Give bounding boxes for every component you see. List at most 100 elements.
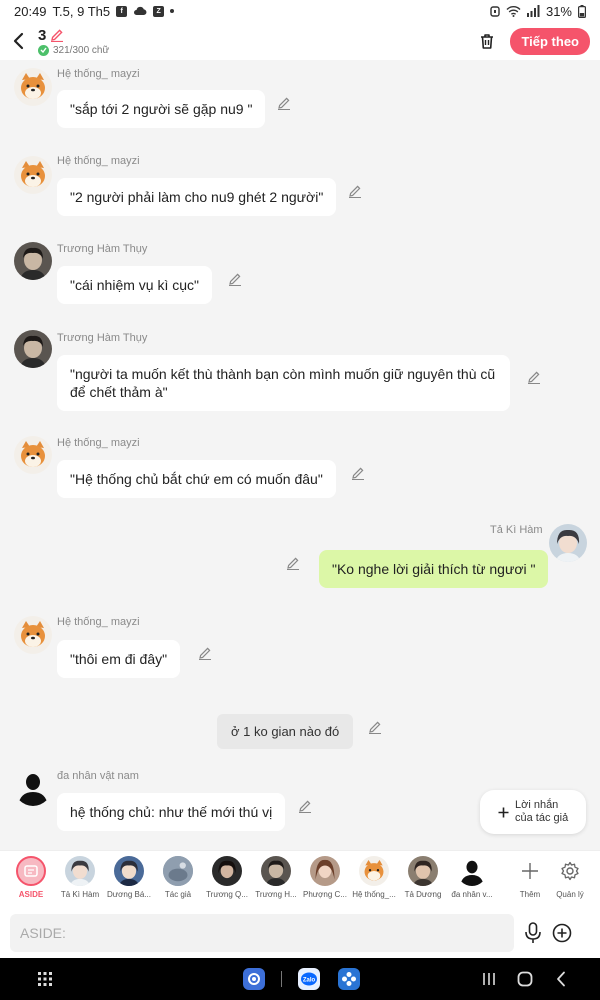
shiba-avatar-icon xyxy=(14,68,52,106)
character-item[interactable]: Hệ thống_... xyxy=(349,856,399,899)
edit-message-icon[interactable] xyxy=(298,799,312,813)
trash-icon[interactable] xyxy=(478,32,496,50)
status-date: T.5, 9 Th5 xyxy=(52,3,111,19)
character-item[interactable]: Tả Kì Hàm xyxy=(55,856,105,899)
avatar-mayzi[interactable] xyxy=(14,156,52,194)
alarm-icon xyxy=(490,6,500,17)
settings-app-icon[interactable] xyxy=(243,968,265,990)
character-avatar-icon xyxy=(457,856,487,886)
message-bubble[interactable]: "thôi em đi đây" xyxy=(57,640,181,678)
message-input[interactable] xyxy=(10,914,514,952)
character-avatar-icon xyxy=(114,856,144,886)
avatar-mayzi[interactable] xyxy=(14,436,52,474)
character-label: Trương H... xyxy=(255,890,297,899)
edit-message-icon[interactable] xyxy=(368,720,382,734)
character-item[interactable]: Tác giả xyxy=(153,856,203,899)
character-avatar-icon xyxy=(408,856,438,886)
zalo-app-icon[interactable]: Zalo xyxy=(298,968,320,990)
plus-icon xyxy=(498,807,509,817)
message-bubble[interactable]: "Hệ thống chủ bắt chứ em có muốn đâu" xyxy=(57,460,336,498)
character-item[interactable]: Trương H... xyxy=(251,856,301,899)
edit-message-icon[interactable] xyxy=(228,272,242,286)
message-bubble[interactable]: "cái nhiệm vụ kì cục" xyxy=(57,266,212,304)
character-label: Tác giả xyxy=(164,890,192,899)
chapter-title: 3 xyxy=(38,26,47,44)
flower-app-icon[interactable] xyxy=(338,968,360,990)
character-item[interactable]: đa nhân v... xyxy=(447,856,497,899)
edit-message-icon[interactable] xyxy=(527,370,541,384)
header: 3 321/300 chữ Tiếp theo xyxy=(0,22,600,60)
edit-message-icon[interactable] xyxy=(198,646,212,660)
next-button[interactable]: Tiếp theo xyxy=(510,27,590,55)
person-avatar-icon xyxy=(14,330,52,368)
gear-icon xyxy=(555,856,585,886)
character-label: Phượng C... xyxy=(303,890,347,899)
narration-note[interactable]: ở 1 ko gian nào đó xyxy=(217,714,354,749)
cloud-icon xyxy=(134,6,147,16)
edit-message-icon[interactable] xyxy=(286,556,300,570)
manage-characters-button[interactable]: Quản lý xyxy=(545,856,595,899)
person-avatar-icon xyxy=(14,242,52,280)
character-avatar-icon xyxy=(310,856,340,886)
message-bubble[interactable]: "2 người phải làm cho nu9 ghét 2 người" xyxy=(57,178,337,216)
character-item[interactable]: Trương Q... xyxy=(202,856,252,899)
chat-area: Hệ thống_ mayzi "sắp tới 2 người sẽ gặp … xyxy=(0,60,600,850)
character-label: Quản lý xyxy=(556,890,584,899)
avatar-truong-ham-thuy[interactable] xyxy=(14,330,52,368)
character-avatar-icon xyxy=(163,856,193,886)
message-sender: Hệ thống_ mayzi xyxy=(57,616,140,628)
character-item[interactable]: Phượng C... xyxy=(300,856,350,899)
message-sender: Trương Hàm Thụy xyxy=(57,243,148,255)
aside-icon xyxy=(16,856,46,886)
edit-message-icon[interactable] xyxy=(351,466,365,480)
message-sender: Hệ thống_ mayzi xyxy=(57,437,140,449)
author-note-line1: Lời nhắn xyxy=(515,799,559,811)
character-avatar-icon xyxy=(212,856,242,886)
character-avatar-icon xyxy=(359,856,389,886)
shiba-avatar-icon xyxy=(14,616,52,654)
message-bubble-mine[interactable]: "Ko nghe lời giải thích từ ngươi " xyxy=(319,550,549,588)
status-bar: 20:49 T.5, 9 Th5 f Z 31% xyxy=(0,0,600,22)
back-nav-icon[interactable] xyxy=(556,971,566,987)
edit-title-icon[interactable] xyxy=(50,28,64,42)
message-sender: đa nhân vật nam xyxy=(57,770,139,782)
message-sender: Hệ thống_ mayzi xyxy=(57,68,140,80)
avatar-mayzi[interactable] xyxy=(14,68,52,106)
app-grid-icon[interactable] xyxy=(38,972,52,986)
signal-icon xyxy=(526,5,540,17)
avatar-truong-ham-thuy[interactable] xyxy=(14,242,52,280)
character-avatar-icon xyxy=(261,856,291,886)
character-item[interactable]: Dương Bá... xyxy=(104,856,154,899)
message-bubble[interactable]: hệ thống chủ: như thế mới thú vị xyxy=(57,793,286,831)
battery-percent: 31% xyxy=(545,3,572,19)
edit-message-icon[interactable] xyxy=(277,96,291,110)
character-label: Tả Dương xyxy=(404,890,442,899)
message-bubble[interactable]: "người ta muốn kết thù thành bạn còn mìn… xyxy=(57,355,510,411)
message-sender: Trương Hàm Thụy xyxy=(57,332,148,344)
add-circle-icon[interactable] xyxy=(552,923,572,943)
back-arrow-icon xyxy=(13,32,24,50)
avatar-da-nhan-vat-nam[interactable] xyxy=(14,768,52,806)
author-note-line2: của tác giả xyxy=(515,812,569,824)
input-bar xyxy=(0,908,600,958)
character-label: Trương Q... xyxy=(206,890,248,899)
character-strip: ASIDE Tả Kì Hàm Dương Bá... Tác giả Trươ… xyxy=(0,850,600,908)
avatar-ta-ki-ham[interactable] xyxy=(549,524,587,562)
character-aside[interactable]: ASIDE xyxy=(6,856,56,899)
home-icon[interactable] xyxy=(517,971,533,987)
message-sender: Tả Kì Hàm xyxy=(490,524,543,536)
facebook-icon: f xyxy=(116,5,128,17)
system-nav-bar: Zalo xyxy=(0,958,600,1000)
author-note-button[interactable]: Lời nhắn của tác giả xyxy=(480,790,586,834)
message-bubble[interactable]: "sắp tới 2 người sẽ gặp nu9 " xyxy=(57,90,266,128)
svg-text:Zalo: Zalo xyxy=(303,978,316,984)
battery-icon xyxy=(578,4,586,18)
character-item[interactable]: Tả Dương xyxy=(398,856,448,899)
avatar-mayzi[interactable] xyxy=(14,616,52,654)
back-button[interactable] xyxy=(0,22,38,60)
recent-apps-icon[interactable] xyxy=(482,972,496,986)
edit-message-icon[interactable] xyxy=(348,184,362,198)
status-time: 20:49 xyxy=(14,3,47,19)
microphone-icon[interactable] xyxy=(524,922,542,944)
check-icon xyxy=(38,44,49,56)
